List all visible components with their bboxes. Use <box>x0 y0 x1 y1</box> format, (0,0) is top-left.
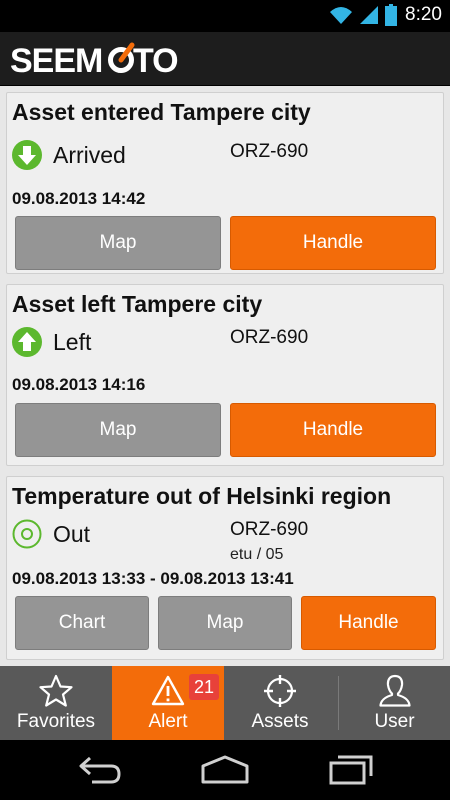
asset-plate: ORZ-690 <box>230 519 309 540</box>
warning-icon <box>151 674 185 708</box>
status-label: Arrived <box>53 141 126 168</box>
tab-user[interactable]: User <box>339 666 450 740</box>
svg-text:TO: TO <box>133 42 178 80</box>
status-icons: 8:20 <box>329 4 442 26</box>
system-nav-bar <box>0 740 450 800</box>
sensor-info: etu / 05 <box>230 546 284 563</box>
signal-icon <box>360 6 379 24</box>
status-label: Out <box>53 520 91 547</box>
status-bar: 8:20 <box>0 0 450 32</box>
alert-title: Asset left Tampere city <box>12 291 263 317</box>
tab-label: Alert <box>148 711 188 732</box>
battery-icon <box>385 4 398 26</box>
asset-plate: ORZ-690 <box>230 327 309 348</box>
map-button[interactable]: Map <box>158 596 292 650</box>
alert-list[interactable]: Asset entered Tampere city Arrived ORZ-6… <box>0 86 450 666</box>
alert-card: Asset entered Tampere city Arrived ORZ-6… <box>6 92 444 274</box>
alert-timestamp: 09.08.2013 14:16 <box>12 375 146 394</box>
tab-alert[interactable]: Alert 21 <box>112 666 224 740</box>
app-bar: SEEM TO <box>0 32 450 86</box>
handle-button[interactable]: Handle <box>230 216 436 270</box>
user-icon <box>378 674 412 708</box>
tab-assets[interactable]: Assets <box>224 666 336 740</box>
alert-card: Asset left Tampere city Left ORZ-690 09.… <box>6 284 444 466</box>
handle-button[interactable]: Handle <box>301 596 436 650</box>
alert-timestamp: 09.08.2013 14:42 <box>12 189 146 208</box>
alert-count-badge: 21 <box>189 674 219 700</box>
tab-label: Assets <box>251 711 309 732</box>
alert-timestamp: 09.08.2013 13:33 - 09.08.2013 13:41 <box>12 569 294 588</box>
status-label: Left <box>53 328 92 355</box>
star-icon <box>39 674 73 708</box>
alert-card: Temperature out of Helsinki region Out O… <box>6 476 444 660</box>
tab-label: User <box>374 711 415 732</box>
arrow-down-icon <box>12 140 42 170</box>
status-time: 8:20 <box>405 4 442 25</box>
asset-plate: ORZ-690 <box>230 141 309 162</box>
recent-apps-icon[interactable] <box>328 754 374 786</box>
alert-title: Asset entered Tampere city <box>12 99 311 125</box>
tab-favorites[interactable]: Favorites <box>0 666 112 740</box>
alert-title: Temperature out of Helsinki region <box>12 483 392 509</box>
alert-status: Arrived <box>12 140 126 170</box>
crosshair-icon <box>263 674 297 708</box>
home-icon[interactable] <box>200 754 250 786</box>
svg-text:SEEM: SEEM <box>10 42 102 80</box>
tab-label: Favorites <box>16 711 96 732</box>
alert-status: Left <box>12 327 91 357</box>
alert-status: Out <box>12 519 90 549</box>
ring-icon <box>12 519 42 549</box>
chart-button[interactable]: Chart <box>15 596 149 650</box>
handle-button[interactable]: Handle <box>230 403 436 457</box>
map-button[interactable]: Map <box>15 403 221 457</box>
map-button[interactable]: Map <box>15 216 221 270</box>
back-icon[interactable] <box>78 754 122 786</box>
arrow-up-icon <box>12 327 42 357</box>
seemoto-logo: SEEM TO <box>10 40 210 85</box>
wifi-icon <box>330 7 353 24</box>
bottom-tab-bar: Favorites Alert 21 Assets User <box>0 666 450 740</box>
